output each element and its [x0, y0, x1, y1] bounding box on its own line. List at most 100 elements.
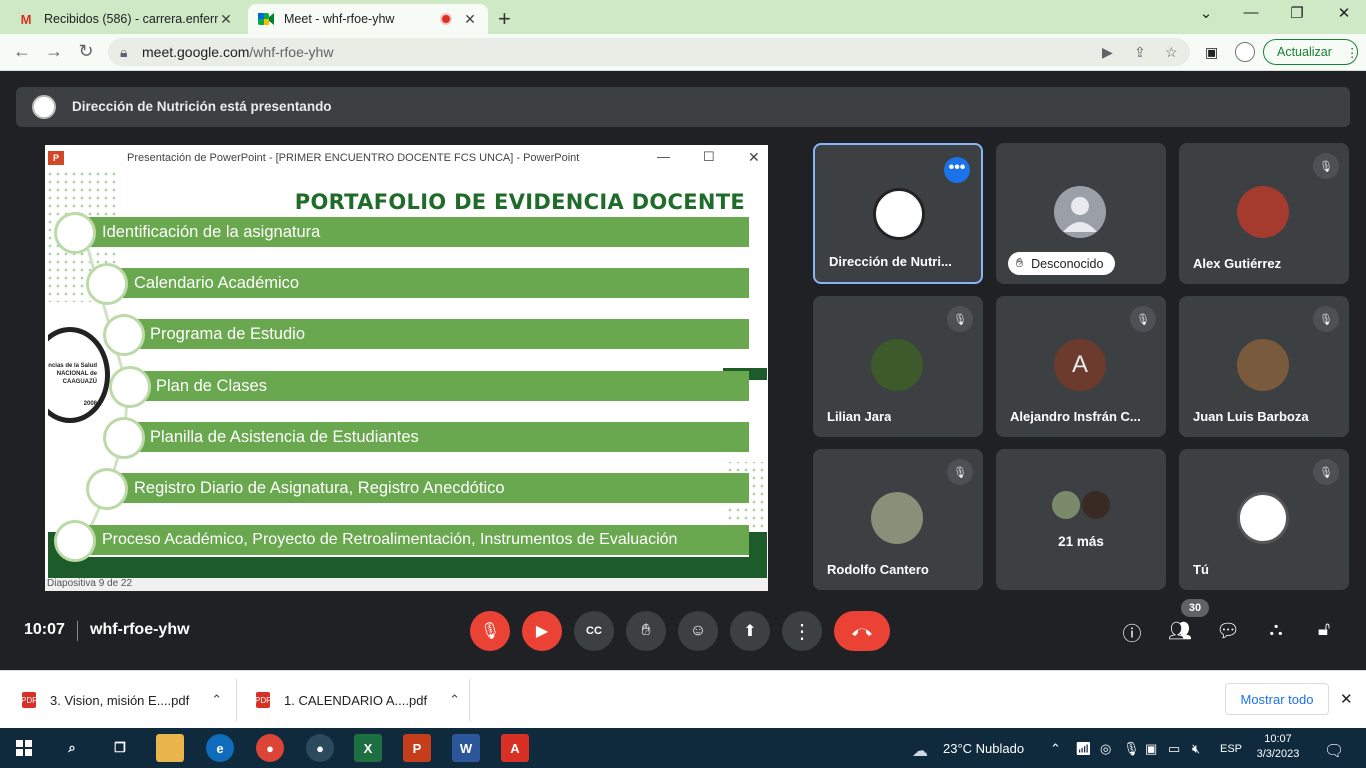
screen-capture-icon[interactable]: ▣ — [1145, 741, 1157, 757]
chrome-icon[interactable]: ● — [306, 734, 334, 762]
tab-search-icon[interactable]: ⌄ — [1186, 4, 1226, 22]
lock-icon[interactable]: 🔒︎ — [120, 44, 127, 61]
notifications-icon[interactable]: 🗨︎ — [1324, 741, 1344, 761]
chevron-up-icon[interactable]: ⌃ — [449, 692, 460, 708]
logo-year: 2008 — [83, 401, 97, 407]
tab-meet[interactable]: Meet - whf-rfoe-yhw ✕ — [248, 4, 488, 34]
windows-start-icon[interactable] — [10, 734, 38, 762]
tab-title: Recibidos (586) - carrera.enferme — [44, 12, 218, 26]
close-window-icon[interactable]: ✕ — [1324, 4, 1364, 22]
item-bar: Programa de Estudio — [134, 319, 749, 351]
shared-screen[interactable]: P Presentación de PowerPoint - [PRIMER E… — [45, 145, 768, 591]
download-item[interactable]: PDF 3. Vision, misión E....pdf ⌃ — [21, 692, 222, 708]
chat-icon[interactable]: 💬︎ — [1216, 619, 1240, 643]
acrobat-icon[interactable]: A — [501, 734, 529, 762]
host-controls-icon[interactable]: 🔓︎ — [1312, 619, 1336, 641]
download-item[interactable]: PDF 1. CALENDARIO A....pdf ⌃ — [255, 692, 460, 708]
ppt-maximize-icon[interactable]: ☐ — [703, 149, 715, 165]
ppt-close-icon[interactable]: ✕ — [748, 149, 760, 166]
participant-tile[interactable]: 🎙︎ Alex Gutiérrez — [1179, 143, 1349, 284]
mic-off-icon: 🎙︎ — [1313, 153, 1339, 179]
forward-icon[interactable]: → — [42, 41, 66, 62]
show-hidden-icons[interactable]: ⌃ — [1050, 741, 1061, 757]
show-all-downloads-button[interactable]: Mostrar todo — [1225, 683, 1329, 715]
minimize-icon[interactable]: — — [1231, 4, 1271, 21]
info-icon[interactable]: ⓘ — [1120, 619, 1144, 646]
battery-icon[interactable]: ▭ — [1168, 741, 1180, 757]
tab-gmail[interactable]: M Recibidos (586) - carrera.enferme ✕ — [8, 4, 244, 34]
powerpoint-icon: P — [48, 151, 64, 165]
mic-toggle-button[interactable]: 🎙︎ — [470, 611, 510, 651]
activities-icon[interactable]: ⛬ — [1264, 619, 1288, 641]
word-icon[interactable]: W — [452, 734, 480, 762]
volume-mute-icon[interactable]: 🔇︎ — [1192, 741, 1200, 757]
initial-avatar: A — [1054, 339, 1106, 391]
location-icon[interactable]: ◎ — [1100, 741, 1111, 757]
participant-tile[interactable]: 🎙︎ Juan Luis Barboza — [1179, 296, 1349, 437]
bookmark-star-icon[interactable]: ☆ — [1165, 44, 1178, 61]
chrome-profile-icon[interactable]: ● — [256, 734, 284, 762]
item-bar: Proceso Académico, Proyecto de Retroalim… — [86, 525, 749, 557]
windows-taskbar — [0, 728, 1366, 768]
participant-tile[interactable]: A 🎙︎ Alejandro Insfrán C... — [996, 296, 1166, 437]
more-options-icon[interactable]: ••• — [944, 157, 970, 183]
participant-tile[interactable]: 21 más — [996, 449, 1166, 590]
file-explorer-icon[interactable] — [156, 734, 184, 762]
emoji-button[interactable]: ☺ — [678, 611, 718, 651]
ppt-minimize-icon[interactable]: — — [657, 149, 670, 164]
edge-icon[interactable]: e — [206, 734, 234, 762]
back-icon[interactable]: ← — [10, 41, 34, 62]
close-tab-icon[interactable]: ✕ — [218, 11, 234, 28]
camera-indicator-icon[interactable]: ▶ — [1102, 44, 1113, 61]
mic-off-icon: 🎙︎ — [1130, 306, 1156, 332]
mic-off-icon: 🎙︎ — [947, 459, 973, 485]
update-button[interactable]: Actualizar ⋮ — [1263, 39, 1358, 65]
participant-tile[interactable]: ✋︎ Desconocido — [996, 143, 1166, 284]
participant-tile[interactable]: 🎙︎ Lilian Jara — [813, 296, 983, 437]
avatar — [871, 339, 923, 391]
restore-icon[interactable]: ❐ — [1277, 4, 1317, 22]
people-count-badge: 30 — [1181, 599, 1209, 617]
pdf-icon: PDF — [21, 692, 37, 708]
excel-icon[interactable]: X — [354, 734, 382, 762]
close-tab-icon[interactable]: ✕ — [462, 11, 478, 28]
more-options-button[interactable]: ⋮ — [782, 611, 822, 651]
present-button[interactable]: ⬆ — [730, 611, 770, 651]
divider — [77, 621, 78, 641]
weather-text[interactable]: 23°C Nublado — [943, 741, 1024, 756]
url-text: meet.google.com/whf-rfoe-yhw — [142, 44, 333, 60]
reload-icon[interactable]: ↻ — [74, 41, 98, 62]
new-tab-button[interactable]: + — [498, 6, 511, 32]
microphone-icon[interactable]: 🎙︎ — [1123, 741, 1140, 757]
participant-tile[interactable]: 🎙︎ Tú — [1179, 449, 1349, 590]
share-icon[interactable]: ⇪ — [1134, 44, 1146, 61]
participant-tile[interactable]: ••• Dirección de Nutri... — [813, 143, 983, 284]
close-downloads-icon[interactable]: ✕ — [1340, 690, 1353, 708]
captions-button[interactable]: CC — [574, 611, 614, 651]
search-icon[interactable]: ⌕ — [58, 734, 86, 762]
leave-call-button[interactable] — [834, 611, 890, 651]
chevron-up-icon[interactable]: ⌃ — [211, 692, 222, 708]
sidebar-icon[interactable]: ▣ — [1205, 44, 1218, 61]
people-icon[interactable]: 👥︎ — [1168, 619, 1192, 643]
powerpoint-taskbar-icon[interactable]: P — [403, 734, 431, 762]
system-clock[interactable]: 10:07 3/3/2023 — [1254, 732, 1302, 762]
task-view-icon[interactable]: ❐ — [106, 734, 134, 762]
download-filename: 3. Vision, misión E....pdf — [50, 692, 190, 708]
profile-avatar[interactable] — [1235, 42, 1255, 62]
language-indicator[interactable]: ESP — [1220, 743, 1242, 755]
avatar — [1080, 489, 1112, 521]
network-icon[interactable]: 📶︎ — [1075, 741, 1092, 757]
raise-hand-button[interactable]: ✋︎ — [626, 611, 666, 651]
divider — [469, 679, 470, 721]
pdf-icon: PDF — [255, 692, 271, 708]
weather-icon: ☁ — [912, 743, 928, 760]
url-host: meet.google.com — [142, 44, 250, 60]
camera-toggle-button[interactable]: ▶ — [522, 611, 562, 651]
participant-tile[interactable]: 🎙︎ Rodolfo Cantero — [813, 449, 983, 590]
ppt-window-title: Presentación de PowerPoint - [PRIMER ENC… — [127, 152, 580, 164]
item-text: Calendario Académico — [134, 273, 300, 292]
meet-icon — [258, 11, 274, 27]
hand-icon: ✋︎ — [1016, 256, 1024, 270]
item-bullet — [103, 417, 145, 459]
